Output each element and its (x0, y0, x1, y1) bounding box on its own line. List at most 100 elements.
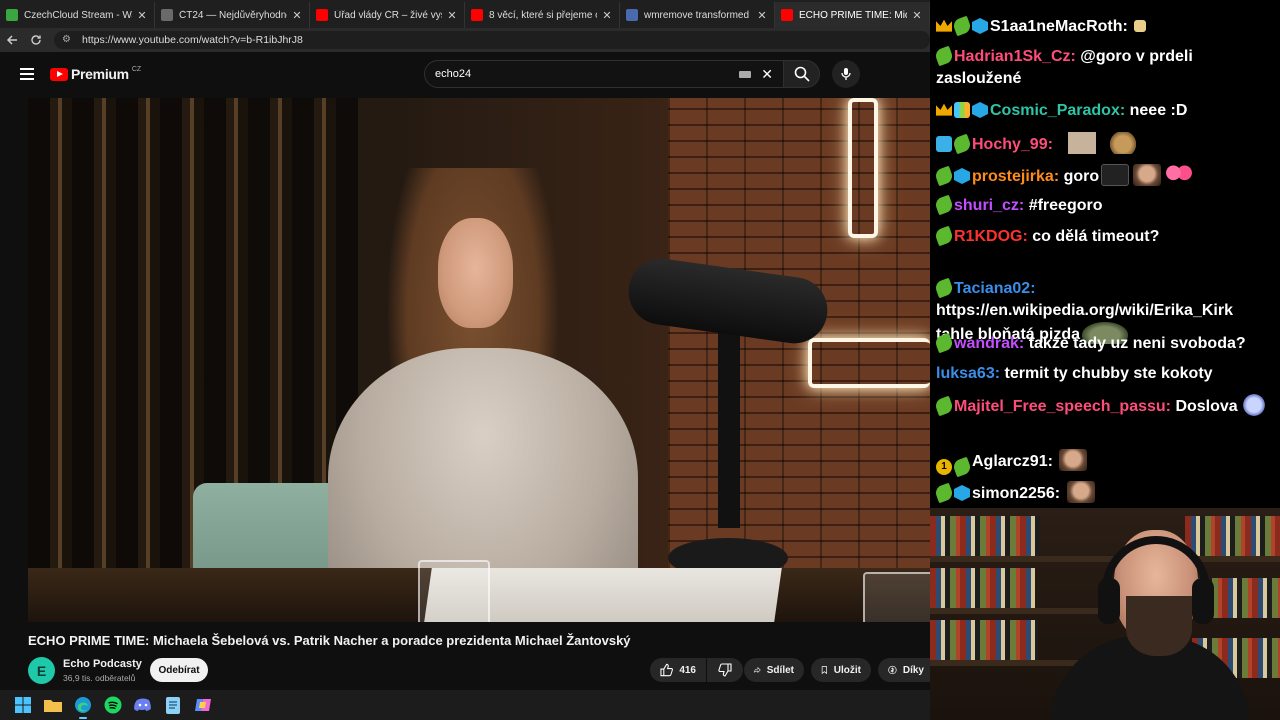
site-info-icon[interactable]: ⚙ (62, 34, 74, 46)
subscribe-button[interactable]: Odebírat (150, 658, 208, 682)
taskbar-spotify[interactable] (98, 690, 128, 720)
taskbar-edge[interactable] (68, 690, 98, 720)
tab-close-icon[interactable]: ✕ (291, 9, 303, 22)
chat-username[interactable]: Taciana02 (954, 280, 1030, 297)
neon-sign-lower (808, 338, 930, 388)
leaf-badge-icon (933, 194, 955, 216)
browser-tab[interactable]: wmremove transformed (4) — Pos ✕ (620, 2, 775, 28)
tab-title: 8 věcí, které si přejeme od DLC pro (489, 9, 597, 21)
subscriber-count: 36,9 tis. odběratelů (63, 673, 136, 683)
spotify-icon (104, 696, 122, 714)
chat-username[interactable]: simon2256 (972, 485, 1055, 502)
taskbar-copilot[interactable] (188, 690, 218, 720)
dislike-button[interactable] (707, 658, 743, 682)
chat-emote-icon (1165, 164, 1194, 186)
share-button[interactable]: Sdílet (744, 658, 804, 682)
chat-username[interactable]: Hadrian1Sk_Cz (954, 48, 1071, 65)
chat-username[interactable]: S1aa1neMacRoth (990, 18, 1123, 35)
tab-close-icon[interactable]: ✕ (601, 9, 613, 22)
chat-emote-icon (1059, 449, 1088, 471)
taskbar-discord[interactable] (128, 690, 158, 720)
voice-search-button[interactable] (832, 60, 860, 88)
guest-face (438, 218, 513, 328)
tab-close-icon[interactable]: ✕ (911, 9, 923, 22)
chat-emote-icon (1066, 481, 1095, 503)
leaf-badge-icon (933, 482, 955, 504)
chat-separator: : (1018, 197, 1029, 214)
keyboard-icon[interactable] (739, 70, 752, 78)
headphone-left (1098, 578, 1120, 624)
chat-separator: : (1047, 136, 1058, 153)
chat-message: Cosmic_Paradox: neee :D (936, 100, 1274, 122)
chat-message: prostejirka: goro (933, 164, 1274, 188)
chat-separator: : (1022, 228, 1033, 245)
browser-tab[interactable]: 8 věcí, které si přejeme od DLC pro ✕ (465, 2, 620, 28)
chat-message: R1KDOG: co dělá timeout? (933, 225, 1274, 248)
youtube-logo[interactable]: Premium CZ (50, 66, 141, 82)
clear-search-icon[interactable]: ✕ (761, 66, 773, 83)
chat-username[interactable]: R1KDOG (954, 228, 1022, 245)
browser-tab[interactable]: ECHO PRIME TIME: Michaela Š ✕ (775, 2, 930, 28)
thumbs-up-icon (660, 663, 673, 677)
tab-close-icon[interactable]: ✕ (756, 9, 768, 22)
chat-text: takze tady uz neni svoboda? (1028, 335, 1246, 352)
chat-username[interactable]: shuri_cz (954, 197, 1019, 214)
windows-taskbar (0, 690, 930, 720)
cube-badge-icon (972, 18, 988, 34)
chat-username[interactable]: Cosmic_Paradox (990, 102, 1120, 119)
save-button[interactable]: Uložit (811, 658, 871, 682)
bookmark-icon (821, 666, 827, 675)
thanks-button[interactable]: Díky (878, 658, 930, 682)
cube-badge-icon (972, 102, 988, 118)
browser-tab[interactable]: ČT24 — Nejdůvěryhodnější zpravo ✕ (155, 2, 310, 28)
chat-text: #freegoro (1028, 197, 1103, 214)
leaf-badge-icon (951, 133, 973, 155)
chat-message: S1aa1neMacRoth: (936, 15, 1274, 38)
video-player[interactable] (28, 98, 930, 622)
chat-message: Majitel_Free_speech_passu: Doslova (933, 394, 1274, 418)
channel-avatar[interactable]: E (28, 657, 55, 684)
leaf-badge-icon (951, 456, 973, 478)
chat-message: 1 Aglarcz91: (936, 449, 1274, 478)
url-field[interactable]: ⚙ https://www.youtube.com/watch?v=b-R1ib… (54, 31, 930, 49)
tab-close-icon[interactable]: ✕ (136, 9, 148, 22)
thanks-label: Díky (902, 664, 924, 676)
prime-badge-icon (936, 136, 952, 152)
chat-username[interactable]: prostejirka (972, 168, 1054, 185)
chat-message: Hadrian1Sk_Cz: @goro v prdeli zasloužené (933, 45, 1274, 90)
taskbar-file-explorer[interactable] (38, 690, 68, 720)
chat-username[interactable]: wandrak (954, 335, 1019, 352)
chat-username[interactable]: Hochy_99 (972, 136, 1048, 153)
like-count: 416 (679, 664, 696, 676)
taskbar-notepad[interactable] (158, 690, 188, 720)
channel-name[interactable]: Echo Podcasty (63, 658, 142, 670)
chat-separator: : (1054, 485, 1065, 502)
chat-separator: : (1122, 18, 1133, 35)
chat-separator: : (1047, 453, 1058, 470)
crown-badge-icon (936, 19, 952, 32)
chat-username[interactable]: Aglarcz91 (972, 453, 1048, 470)
browser-tab[interactable]: CzechCloud Stream - Watch Live o ✕ (0, 2, 155, 28)
chat-text: neee :D (1129, 102, 1188, 119)
like-button[interactable]: 416 (650, 658, 706, 682)
chat-message: shuri_cz: #freegoro (933, 194, 1274, 217)
search-input[interactable]: echo24 ✕ (424, 60, 784, 88)
chat-badges (933, 194, 955, 216)
chat-username[interactable]: luksa63 (936, 365, 995, 382)
browser-tab[interactable]: Úřad vlády ČR – živé vysílání - You ✕ (310, 2, 465, 28)
tab-close-icon[interactable]: ✕ (446, 9, 458, 22)
hamburger-menu-icon[interactable] (0, 52, 54, 96)
youtube-header: Premium CZ echo24 ✕ (0, 52, 930, 96)
water-glass (418, 560, 490, 622)
chat-badges (933, 332, 955, 354)
cube-badge-icon (954, 485, 970, 501)
start-button[interactable] (8, 690, 38, 720)
search-button[interactable] (784, 60, 820, 88)
chat-emote-icon (1101, 164, 1130, 186)
reload-button[interactable] (24, 28, 48, 52)
headphone-right (1192, 578, 1214, 624)
chat-text: Doslova (1175, 398, 1238, 415)
chat-username[interactable]: Majitel_Free_speech_passu (954, 398, 1166, 415)
chat-separator: : (1018, 335, 1029, 352)
back-button[interactable] (0, 28, 24, 52)
